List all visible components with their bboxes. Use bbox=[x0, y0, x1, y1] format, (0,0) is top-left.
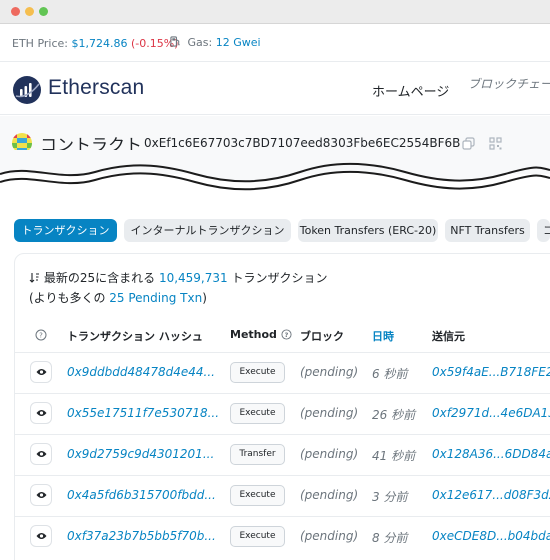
age-cell: 3 分前 bbox=[372, 490, 408, 504]
pending-prefix: (よりも多くの bbox=[29, 291, 106, 305]
from-address-link[interactable]: 0x59f4aE...B718FE2d bbox=[432, 365, 550, 379]
column-header-block: ブロック bbox=[300, 330, 344, 343]
transactions-summary: 最新の25に含まれる 10,459,731 トランザクション bbox=[29, 269, 328, 286]
total-transactions-count[interactable]: 10,459,731 bbox=[159, 271, 228, 285]
table-row: 0x4a5fd6b315700fbdd... Execute (pending)… bbox=[14, 476, 550, 517]
pending-txn-link[interactable]: 25 Pending Txn bbox=[109, 291, 202, 305]
minimize-window-button[interactable] bbox=[25, 7, 34, 16]
column-header-from: 送信元 bbox=[432, 330, 465, 343]
age-cell: 8 分前 bbox=[372, 531, 408, 545]
block-cell: (pending) bbox=[300, 406, 359, 420]
etherscan-logo-icon[interactable] bbox=[12, 75, 42, 105]
from-address-link[interactable]: 0xeCDE8D...b04bdac bbox=[432, 529, 550, 543]
sort-desc-icon bbox=[29, 273, 39, 283]
txn-hash-link[interactable]: 0x4a5fd6b315700fbdd... bbox=[67, 488, 216, 502]
eye-icon bbox=[36, 533, 47, 539]
tab-token-transfers[interactable]: Token Transfers (ERC-20) bbox=[298, 219, 438, 242]
eth-price: ETH Price: $1,724.86 (-0.15%) bbox=[12, 37, 178, 50]
method-help-icon[interactable]: ? bbox=[281, 329, 292, 340]
window-titlebar bbox=[0, 0, 550, 24]
method-badge: Execute bbox=[230, 362, 285, 383]
block-cell: (pending) bbox=[300, 488, 359, 502]
method-badge: Execute bbox=[230, 403, 285, 424]
table-row: 0x55e17511f7e530718... Execute (pending)… bbox=[14, 394, 550, 435]
help-circle-icon[interactable]: ? bbox=[35, 329, 47, 341]
tab-nft-transfers[interactable]: NFT Transfers bbox=[445, 219, 530, 242]
block-cell: (pending) bbox=[300, 447, 359, 461]
summary-suffix: トランザクション bbox=[231, 271, 328, 285]
eye-icon bbox=[36, 369, 47, 375]
maximize-window-button[interactable] bbox=[39, 7, 48, 16]
view-details-button[interactable] bbox=[30, 361, 52, 383]
price-bar: ETH Price: $1,724.86 (-0.15%) Gas: 12 Gw… bbox=[0, 25, 550, 62]
nav-blockchain[interactable]: ブロックチェー bbox=[468, 75, 550, 92]
brand-name[interactable]: Etherscan bbox=[48, 76, 144, 100]
column-header-method: Method ? bbox=[230, 328, 292, 341]
site-header: Etherscan ホームページ ブロックチェー bbox=[0, 63, 550, 115]
age-cell: 26 秒前 bbox=[372, 408, 416, 422]
svg-text:?: ? bbox=[39, 332, 43, 340]
tab-internal-transactions[interactable]: インターナルトランザクション bbox=[124, 219, 291, 242]
table-row: 0xf37a23b7b5bb5f70b... Execute (pending)… bbox=[14, 517, 550, 558]
copy-icon[interactable] bbox=[462, 137, 475, 150]
view-details-button[interactable] bbox=[30, 443, 52, 465]
eth-price-value[interactable]: $1,724.86 bbox=[71, 37, 127, 50]
view-details-button[interactable] bbox=[30, 484, 52, 506]
from-address-link[interactable]: 0x128A36...6DD84aa bbox=[432, 447, 550, 461]
block-cell: (pending) bbox=[300, 365, 359, 379]
nav-home[interactable]: ホームページ bbox=[372, 81, 449, 100]
pending-summary: (よりも多くの 25 Pending Txn) bbox=[29, 289, 207, 306]
torn-page-divider bbox=[0, 150, 550, 210]
table-row: 0x9d2759c9d4301201... Transfer (pending)… bbox=[14, 435, 550, 476]
gas-value[interactable]: 12 Gwei bbox=[216, 36, 261, 49]
txn-hash-link[interactable]: 0x9ddbdd48478d4e44... bbox=[67, 365, 215, 379]
method-badge: Transfer bbox=[230, 444, 285, 465]
contract-address: 0xEf1c6E67703c7BD7107eed8303Fbe6EC2554BF… bbox=[144, 136, 461, 150]
table-row: 0x9ddbdd48478d4e44... Execute (pending) … bbox=[14, 353, 550, 394]
gas-pump-icon bbox=[170, 36, 180, 47]
column-header-age[interactable]: 日時 bbox=[372, 328, 394, 344]
summary-prefix: 最新の25に含まれる bbox=[43, 271, 156, 285]
column-header-hash: トランザクション ハッシュ bbox=[67, 330, 203, 343]
gas-price: Gas: 12 Gwei bbox=[170, 36, 261, 49]
eye-icon bbox=[36, 410, 47, 416]
gas-label: Gas: bbox=[187, 36, 213, 49]
eye-icon bbox=[36, 451, 47, 457]
txn-hash-link[interactable]: 0x9d2759c9d4301201... bbox=[67, 447, 214, 461]
tab-contract[interactable]: コ bbox=[537, 219, 550, 242]
pending-suffix: ) bbox=[202, 291, 207, 305]
view-details-button[interactable] bbox=[30, 402, 52, 424]
method-badge: Execute bbox=[230, 485, 285, 506]
eye-icon bbox=[36, 492, 47, 498]
method-header-label: Method bbox=[230, 328, 277, 341]
block-cell: (pending) bbox=[300, 529, 359, 543]
method-badge: Execute bbox=[230, 526, 285, 547]
qr-code-icon[interactable] bbox=[489, 137, 502, 150]
from-address-link[interactable]: 0xf2971d...4e6DA13c bbox=[432, 406, 550, 420]
view-details-button[interactable] bbox=[30, 525, 52, 547]
from-address-link[interactable]: 0x12e617...d08F3d20 bbox=[432, 488, 550, 502]
close-window-button[interactable] bbox=[11, 7, 20, 16]
txn-hash-link[interactable]: 0x55e17511f7e530718... bbox=[67, 406, 219, 420]
tab-transactions[interactable]: トランザクション bbox=[14, 219, 117, 242]
txn-hash-link[interactable]: 0xf37a23b7b5bb5f70b... bbox=[67, 529, 216, 543]
svg-text:?: ? bbox=[284, 331, 288, 339]
eth-price-label: ETH Price: bbox=[12, 37, 68, 50]
age-cell: 6 秒前 bbox=[372, 367, 408, 381]
age-cell: 41 秒前 bbox=[372, 449, 416, 463]
